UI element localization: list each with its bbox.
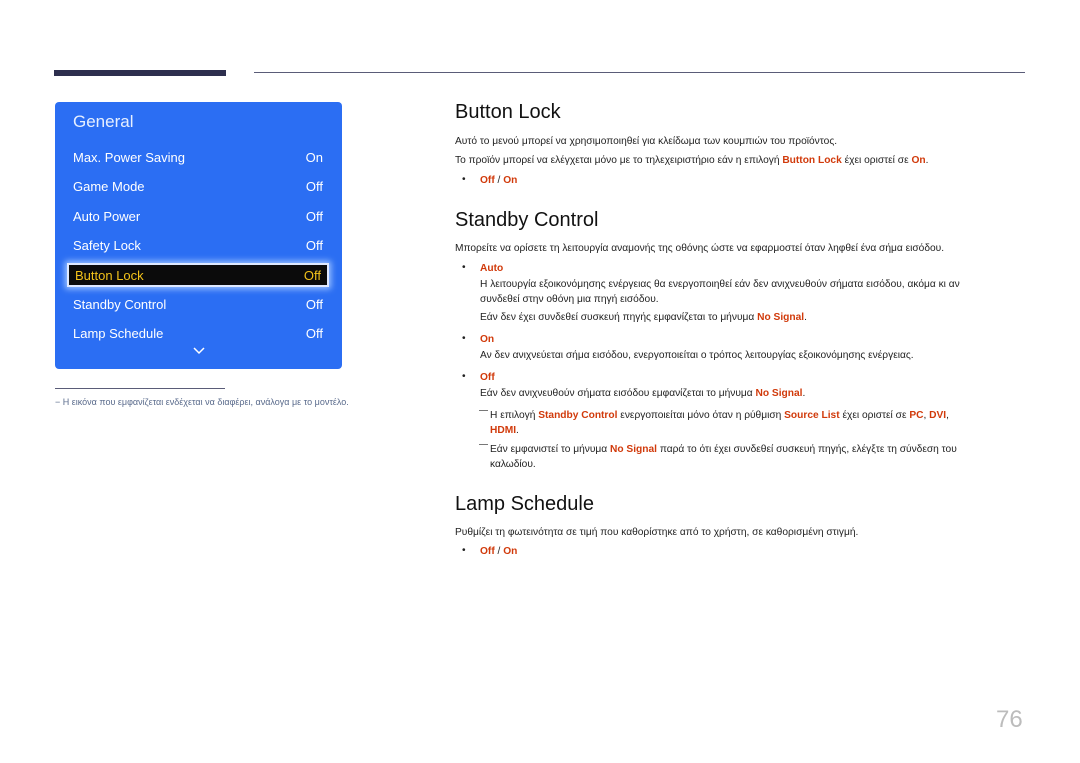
osd-item-label: Max. Power Saving <box>73 149 185 165</box>
text: . <box>802 388 806 399</box>
text: Εάν δεν έχει συνδεθεί συσκευή πηγής εμφα… <box>480 312 758 323</box>
option-on: On <box>503 546 518 557</box>
osd-item-value: Off <box>305 208 323 224</box>
note-no-signal-cable: Εάν εμφανιστεί το μήνυμα No Signal παρά … <box>490 443 957 457</box>
osd-item-lamp-schedule[interactable]: Lamp Schedule Off <box>67 322 329 344</box>
header-rule <box>254 72 1025 73</box>
footnote-text: − Η εικόνα που εμφανίζεται ενδέχεται να … <box>55 397 349 407</box>
option-off: Off <box>480 175 495 186</box>
auto-description-line3: Εάν δεν έχει συνδεθεί συσκευή πηγής εμφα… <box>480 311 807 325</box>
text: . <box>804 312 807 323</box>
separator: / <box>494 175 504 186</box>
note-dash-icon <box>479 444 488 445</box>
lamp-schedule-options: Off / On <box>480 546 517 557</box>
osd-item-value: Off <box>305 296 323 312</box>
lamp-schedule-description: Ρυθμίζει τη φωτεινότητα σε τιμή που καθο… <box>455 527 859 538</box>
highlight-source-list: Source List <box>784 410 840 421</box>
highlight-button-lock: Button Lock <box>782 155 842 166</box>
standby-control-intro: Μπορείτε να ορίσετε τη λειτουργία αναμον… <box>455 243 945 254</box>
osd-item-label: Safety Lock <box>73 237 141 253</box>
osd-item-value: Off <box>305 237 323 253</box>
chevron-down-icon[interactable] <box>192 346 206 356</box>
highlight-no-signal: No Signal <box>755 388 803 399</box>
highlight-no-signal: No Signal <box>610 444 657 455</box>
osd-item-safety-lock[interactable]: Safety Lock Off <box>67 234 329 256</box>
osd-item-value: On <box>305 149 323 165</box>
bullet-icon: • <box>462 262 466 273</box>
auto-description-line2: συνδεθεί στην οθόνη μια πηγή εισόδου. <box>480 294 659 305</box>
text: ενεργοποιείται μόνο όταν η ρύθμιση <box>617 410 785 421</box>
osd-item-label: Lamp Schedule <box>73 325 164 341</box>
auto-description-line1: Η λειτουργία εξοικονόμησης ενέργειας θα … <box>480 279 960 290</box>
osd-item-max-power-saving[interactable]: Max. Power Saving On <box>67 146 329 168</box>
option-off-label: Off <box>480 372 495 383</box>
bullet-icon: • <box>462 545 466 556</box>
option-off: Off <box>480 546 495 557</box>
option-on-label: On <box>480 334 495 345</box>
osd-item-standby-control[interactable]: Standby Control Off <box>67 293 329 315</box>
osd-item-value: Off <box>303 267 321 283</box>
bullet-icon: • <box>462 174 466 185</box>
text: έχει οριστεί σε <box>841 155 912 166</box>
osd-item-label: Button Lock <box>75 267 144 283</box>
button-lock-description: Αυτό το μενού μπορεί να χρησιμοποιηθεί γ… <box>455 136 838 147</box>
option-auto-label: Auto <box>480 263 504 274</box>
osd-item-value: Off <box>305 178 323 194</box>
header-bar-accent <box>54 70 226 76</box>
bullet-icon: • <box>462 371 466 382</box>
osd-item-label: Standby Control <box>73 296 167 312</box>
footnote-rule <box>55 388 225 389</box>
highlight-no-signal: No Signal <box>757 312 805 323</box>
section-heading-lamp-schedule: Lamp Schedule <box>455 493 594 515</box>
on-description: Αν δεν ανιχνεύεται σήμα εισόδου, ενεργοπ… <box>480 350 914 361</box>
osd-item-auto-power[interactable]: Auto Power Off <box>67 205 329 227</box>
osd-item-label: Auto Power <box>73 208 141 224</box>
osd-general-menu: General Max. Power Saving On Game Mode O… <box>55 102 342 369</box>
osd-item-value: Off <box>305 325 323 341</box>
text: έχει οριστεί σε <box>839 410 910 421</box>
text: . <box>516 425 519 436</box>
text: Εάν εμφανιστεί το μήνυμα <box>490 444 610 455</box>
highlight-pc: PC <box>909 410 924 421</box>
highlight-standby-control: Standby Control <box>538 410 618 421</box>
note-no-signal-cable-line2: καλωδίου. <box>490 459 536 470</box>
section-heading-standby-control: Standby Control <box>455 209 599 231</box>
highlight-hdmi: HDMI <box>490 425 517 436</box>
note-standby-control-source-line2: HDMI. <box>490 424 519 438</box>
highlight-dvi: DVI <box>929 410 947 421</box>
option-on: On <box>503 175 518 186</box>
bullet-icon: • <box>462 333 466 344</box>
note-standby-control-source: Η επιλογή Standby Control ενεργοποιείται… <box>490 409 949 423</box>
button-lock-note: Το προϊόν μπορεί να ελέγχεται μόνο με το… <box>455 154 928 168</box>
note-dash-icon <box>479 410 488 411</box>
separator: / <box>494 546 504 557</box>
highlight-on: On <box>911 155 926 166</box>
button-lock-options: Off / On <box>480 175 517 186</box>
text: Το προϊόν μπορεί να ελέγχεται μόνο με το… <box>455 155 783 166</box>
osd-menu-title: General <box>73 112 134 131</box>
off-description: Εάν δεν ανιχνευθούν σήματα εισόδου εμφαν… <box>480 387 805 401</box>
text: . <box>925 155 929 166</box>
page-number: 76 <box>996 706 1023 733</box>
text: παρά το ότι έχει συνδεθεί συσκευή πηγής,… <box>656 444 957 455</box>
osd-item-button-lock-selected[interactable]: Button Lock Off <box>67 263 329 287</box>
osd-item-label: Game Mode <box>73 178 145 194</box>
text: Εάν δεν ανιχνευθούν σήματα εισόδου εμφαν… <box>480 388 756 399</box>
text: Η επιλογή <box>490 410 539 421</box>
text: , <box>946 410 949 421</box>
section-heading-button-lock: Button Lock <box>455 101 561 123</box>
osd-item-game-mode[interactable]: Game Mode Off <box>67 175 329 197</box>
